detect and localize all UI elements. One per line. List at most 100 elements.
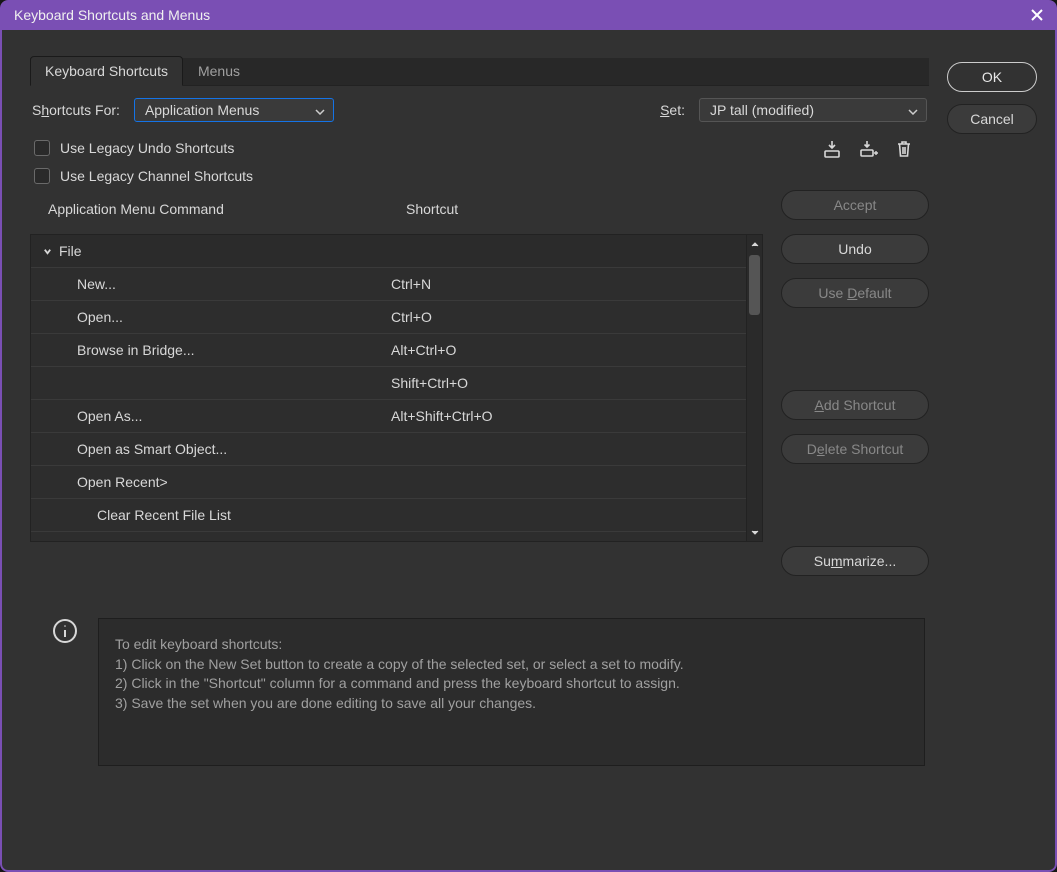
use-default-button[interactable]: Use Default: [781, 278, 929, 308]
delete-set-button[interactable]: [893, 138, 915, 160]
delete-shortcut-button[interactable]: Delete Shortcut: [781, 434, 929, 464]
main-column: Keyboard Shortcuts Menus Shortcuts For: …: [30, 58, 929, 848]
header-shortcut: Shortcut: [390, 201, 763, 217]
new-set-icon: [858, 139, 878, 159]
set-label: Set:: [660, 102, 685, 118]
ok-button[interactable]: OK: [947, 62, 1037, 92]
shortcut-label: Shift+Ctrl+O: [391, 375, 468, 391]
table-group-row[interactable]: File: [31, 235, 746, 268]
info-icon: [52, 618, 78, 766]
info-header: To edit keyboard shortcuts:: [115, 635, 908, 655]
table-headers: Application Menu Command Shortcut: [30, 190, 763, 228]
command-cell[interactable]: [31, 367, 387, 399]
command-label: Open Recent>: [77, 474, 168, 490]
tab-keyboard-shortcuts[interactable]: Keyboard Shortcuts: [30, 56, 183, 86]
command-cell[interactable]: Browse in Bridge...: [31, 334, 387, 366]
table-row[interactable]: Clear Recent File List: [31, 499, 746, 532]
tab-label: Menus: [198, 63, 240, 79]
command-cell[interactable]: File: [31, 235, 387, 267]
legacy-channel-row: Use Legacy Channel Shortcuts: [30, 162, 763, 190]
command-label: Open as Smart Object...: [77, 441, 227, 457]
button-label: Undo: [838, 241, 871, 257]
chevron-down-icon: [908, 102, 918, 118]
summarize-button[interactable]: Summarize...: [781, 546, 929, 576]
add-shortcut-button[interactable]: Add Shortcut: [781, 390, 929, 420]
shortcut-cell[interactable]: Ctrl+O: [387, 309, 746, 325]
shortcuts-for-value: Application Menus: [145, 102, 259, 118]
table-body[interactable]: File New... Ctrl+N Open... Ctrl+O Browse in B…: [31, 235, 746, 541]
button-label: Summarize...: [814, 553, 896, 569]
chevron-down-icon: [315, 102, 325, 118]
command-cell[interactable]: Open...: [31, 301, 387, 333]
legacy-undo-label: Use Legacy Undo Shortcuts: [60, 140, 234, 156]
set-select[interactable]: JP tall (modified): [699, 98, 927, 122]
scroll-up-button[interactable]: [747, 235, 762, 253]
shortcuts-for-select[interactable]: Application Menus: [134, 98, 334, 122]
button-label: Use Default: [818, 285, 891, 301]
table-row[interactable]: Open As...Alt+Shift+Ctrl+O: [31, 400, 746, 433]
command-cell[interactable]: Clear Recent File List: [31, 499, 387, 531]
legacy-undo-row: Use Legacy Undo Shortcuts: [30, 134, 763, 162]
info-box: To edit keyboard shortcuts: 1) Click on …: [30, 600, 929, 770]
chevron-down-icon: [751, 530, 759, 535]
accept-button[interactable]: Accept: [781, 190, 929, 220]
command-cell[interactable]: Close: [31, 532, 387, 541]
save-icon: [822, 139, 842, 159]
shortcut-cell[interactable]: Ctrl+W: [387, 540, 746, 541]
legacy-channel-checkbox[interactable]: [34, 168, 50, 184]
info-line2: 2) Click in the "Shortcut" column for a …: [115, 674, 908, 694]
title-bar: Keyboard Shortcuts and Menus: [0, 0, 1057, 30]
button-label: Add Shortcut: [815, 397, 896, 413]
info-text: To edit keyboard shortcuts: 1) Click on …: [98, 618, 925, 766]
new-set-button[interactable]: [857, 138, 879, 160]
shortcut-label: Ctrl+W: [391, 540, 434, 541]
command-label: Clear Recent File List: [97, 507, 231, 523]
controls-row: Shortcuts For: Application Menus Set: JP…: [30, 86, 929, 134]
shortcuts-for-label: Shortcuts For:: [32, 102, 120, 118]
shortcut-cell[interactable]: Alt+Ctrl+O: [387, 342, 746, 358]
shortcut-label: Alt+Shift+Ctrl+O: [391, 408, 493, 424]
tab-bar: Keyboard Shortcuts Menus: [30, 58, 929, 86]
cancel-button[interactable]: Cancel: [947, 104, 1037, 134]
command-cell[interactable]: Open Recent>: [31, 466, 387, 498]
command-cell[interactable]: Open As...: [31, 400, 387, 432]
close-button[interactable]: [1027, 5, 1047, 25]
command-label: Browse in Bridge...: [77, 342, 195, 358]
action-buttons: Accept Undo Use Default Add Shortcut Del…: [781, 190, 929, 576]
save-set-button[interactable]: [821, 138, 843, 160]
shortcut-label: Ctrl+O: [391, 309, 432, 325]
shortcut-cell[interactable]: Ctrl+N: [387, 276, 746, 292]
scroll-thumb[interactable]: [749, 255, 760, 315]
scroll-down-button[interactable]: [747, 523, 762, 541]
table-row[interactable]: Open as Smart Object...: [31, 433, 746, 466]
table-row[interactable]: Browse in Bridge... Alt+Ctrl+O: [31, 334, 746, 367]
button-label: Delete Shortcut: [807, 441, 904, 457]
undo-button[interactable]: Undo: [781, 234, 929, 264]
info-line1: 1) Click on the New Set button to create…: [115, 655, 908, 675]
command-cell[interactable]: Open as Smart Object...: [31, 433, 387, 465]
table-row[interactable]: Close Ctrl+W: [31, 532, 746, 541]
scroll-track[interactable]: [747, 253, 762, 523]
legacy-undo-checkbox[interactable]: [34, 140, 50, 156]
table-body-container: File New... Ctrl+N Open... Ctrl+O Browse in B…: [30, 234, 747, 542]
options-row: Use Legacy Undo Shortcuts Use Legacy Cha…: [30, 134, 929, 190]
shortcut-label: Alt+Ctrl+O: [391, 342, 456, 358]
table-scrollbar[interactable]: [747, 234, 763, 542]
button-label: Cancel: [970, 111, 1014, 127]
command-cell[interactable]: New...: [31, 268, 387, 300]
table-row[interactable]: Open Recent>: [31, 466, 746, 499]
tab-label: Keyboard Shortcuts: [45, 63, 168, 79]
shortcut-cell[interactable]: Alt+Shift+Ctrl+O: [387, 408, 746, 424]
command-label: Open...: [77, 309, 123, 325]
table-row[interactable]: Shift+Ctrl+O: [31, 367, 746, 400]
button-label: Accept: [834, 197, 877, 213]
table-row[interactable]: Open... Ctrl+O: [31, 301, 746, 334]
table-row[interactable]: New... Ctrl+N: [31, 268, 746, 301]
dialog-title: Keyboard Shortcuts and Menus: [14, 7, 210, 23]
tab-menus[interactable]: Menus: [183, 56, 255, 86]
button-label: OK: [982, 69, 1002, 85]
shortcut-label: Ctrl+N: [391, 276, 431, 292]
command-label: New...: [77, 276, 116, 292]
shortcut-cell[interactable]: Shift+Ctrl+O: [387, 375, 746, 391]
dialog: Keyboard Shortcuts and Menus Keyboard Sh…: [0, 0, 1057, 872]
